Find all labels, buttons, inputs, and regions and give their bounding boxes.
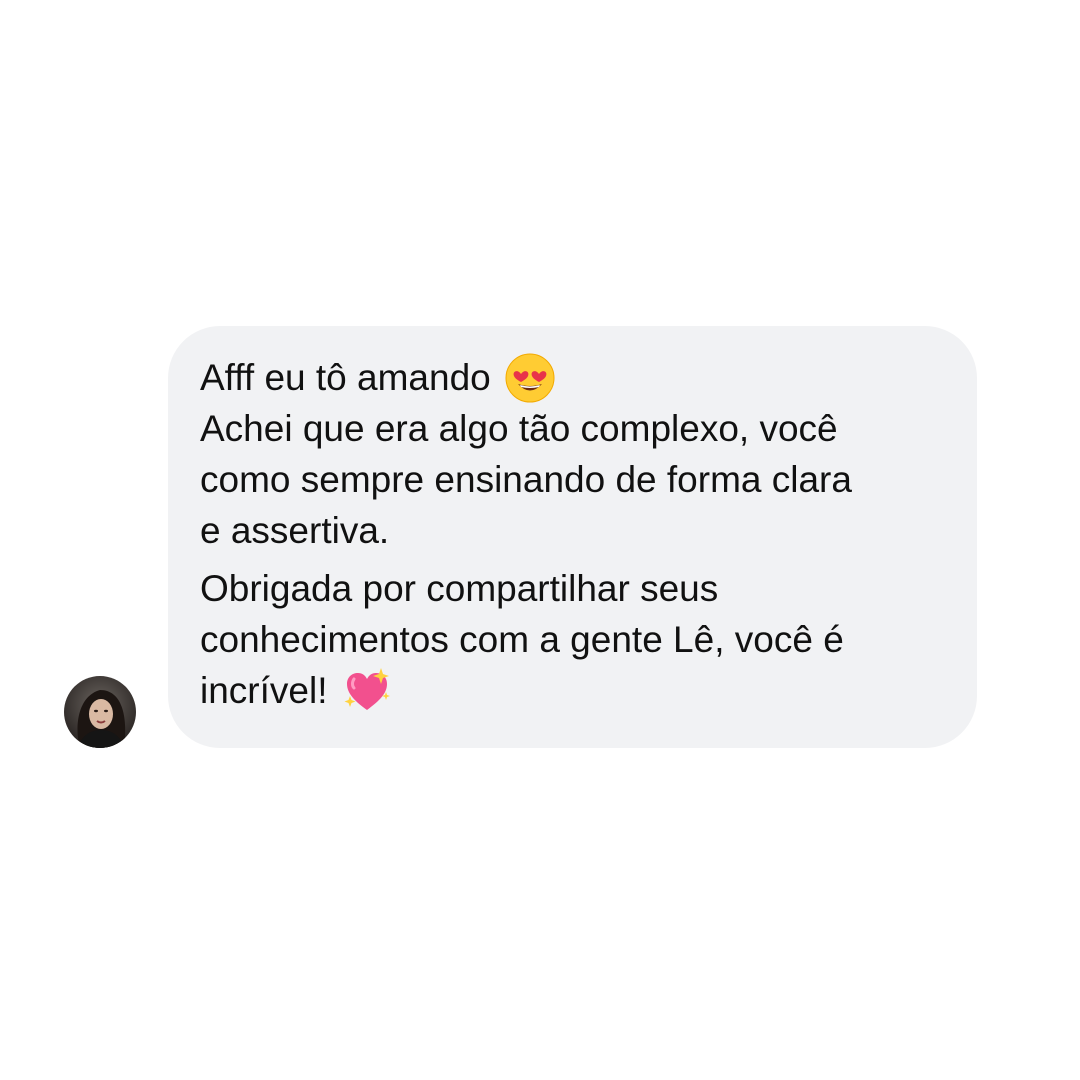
message-line: e assertiva. [200,510,390,551]
chat-screen: Afff eu tô amando Achei que era algo tão… [0,0,1080,1080]
message-bubble[interactable]: Afff eu tô amando Achei que era algo tão… [168,326,977,748]
avatar-photo [64,676,136,748]
message-line: Afff eu tô amando [200,352,945,403]
heart-eyes-emoji [505,353,555,403]
message-line: Obrigada por compartilhar seus [200,568,719,609]
message-line: incrível! [200,665,945,716]
message-line: conhecimentos com a gente Lê, você é [200,619,844,660]
sender-avatar[interactable] [64,676,136,748]
message-line: como sempre ensinando de forma clara [200,459,852,500]
sparkling-heart-emoji [342,666,392,716]
message-line: Achei que era algo tão complexo, você [200,408,838,449]
